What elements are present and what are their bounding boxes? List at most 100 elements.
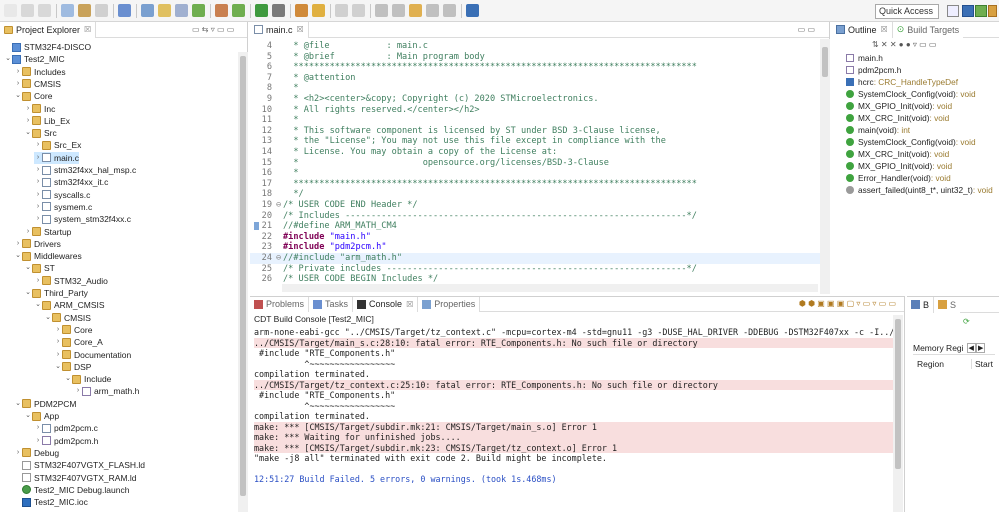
tree-item[interactable]: STM32F407VGTX_RAM.ld [14, 472, 137, 484]
tree-item[interactable]: ⌄ Middlewares [14, 250, 82, 262]
console-output[interactable]: arm-none-eabi-gcc "../CMSIS/Target/tz_co… [254, 327, 894, 485]
tree-item[interactable]: Test2_MIC Debug.launch [14, 484, 129, 496]
tree-item[interactable]: ⌄ Test2_MIC [4, 53, 65, 65]
collapsed-arrow-icon[interactable]: › [54, 324, 62, 336]
memory-col-start[interactable]: Start [971, 359, 993, 369]
outline-item[interactable]: MX_CRC_Init(void) : void [846, 148, 949, 160]
editor-scrollbar-thumb[interactable] [822, 47, 828, 77]
outline-item[interactable]: MX_GPIO_Init(void) : void [846, 160, 952, 172]
info-icon[interactable] [466, 4, 479, 17]
collapsed-arrow-icon[interactable]: › [34, 189, 42, 201]
tab-static-stack[interactable]: S [934, 296, 961, 313]
tree-item[interactable]: › stm32f4xx_it.c [34, 176, 109, 188]
expanded-arrow-icon[interactable]: ⌄ [14, 398, 22, 410]
tab-problems[interactable]: Problems [250, 296, 310, 312]
expanded-arrow-icon[interactable]: ⌄ [14, 90, 22, 102]
collapsed-arrow-icon[interactable]: › [14, 66, 22, 78]
collapsed-arrow-icon[interactable]: › [34, 275, 42, 287]
refresh-icon[interactable]: ⟳ [963, 317, 970, 326]
collapsed-arrow-icon[interactable]: › [24, 226, 32, 238]
code-line[interactable]: 7 * @attention [250, 73, 820, 84]
tree-item[interactable]: › sysmem.c [34, 201, 92, 213]
tab-console[interactable]: Console ☒ [353, 296, 419, 312]
code-line[interactable]: 24 ⊖//#include "arm_math.h" [250, 253, 820, 264]
outline-item[interactable]: Error_Handler(void) : void [846, 172, 951, 184]
tree-item[interactable]: › CMSIS [14, 78, 61, 90]
new-file-icon[interactable] [4, 4, 17, 17]
collapsed-arrow-icon[interactable]: › [34, 176, 42, 188]
editor-scrollbar[interactable] [820, 39, 830, 294]
explorer-scrollbar[interactable] [238, 52, 248, 512]
tree-item[interactable]: ⌄ DSP [54, 361, 91, 373]
cpp-perspective-icon[interactable] [962, 5, 974, 17]
editor-hscrollbar[interactable] [282, 284, 818, 292]
console-toolbar-icons[interactable]: ⬢ ⬢ ▣ ▣ ▣ ▢ ▿ ▭ ▿ ▭ ▭ [799, 299, 896, 308]
explorer-scrollbar-thumb[interactable] [240, 56, 246, 496]
expanded-arrow-icon[interactable]: ⌄ [24, 127, 32, 139]
tab-properties[interactable]: Properties [418, 296, 481, 312]
collapsed-arrow-icon[interactable]: › [34, 139, 42, 151]
code-line[interactable]: 17 *************************************… [250, 179, 820, 190]
collapsed-arrow-icon[interactable]: › [24, 103, 32, 115]
tree-item[interactable]: › syscalls.c [34, 189, 91, 201]
outline-item[interactable]: main.h [846, 52, 883, 64]
code-line[interactable]: 11 * [250, 115, 820, 126]
code-line[interactable]: 4 * @file : main.c [250, 41, 820, 52]
outline-item[interactable]: MX_CRC_Init(void) : void [846, 112, 949, 124]
new-project-icon[interactable] [141, 4, 154, 17]
collapsed-arrow-icon[interactable]: › [34, 152, 42, 164]
fold-icon[interactable]: ⊖ [276, 200, 283, 211]
quick-access-input[interactable]: Quick Access [875, 4, 939, 19]
code-line[interactable]: 23 #include "pdm2pcm.h" [250, 242, 820, 253]
scroll-left-button[interactable]: ◀ [966, 342, 976, 353]
console-scrollbar-thumb[interactable] [895, 319, 901, 469]
outline-item[interactable]: MX_GPIO_Init(void) : void [846, 100, 952, 112]
forward-icon[interactable] [443, 4, 456, 17]
tab-build-analyzer[interactable]: B [907, 296, 935, 313]
tab-build-targets[interactable]: ⊙ Build Targets [892, 21, 964, 38]
run-icon[interactable] [255, 4, 268, 17]
tree-item[interactable]: › Lib_Ex [24, 115, 70, 127]
code-line[interactable]: 22 #include "main.h" [250, 232, 820, 243]
code-line[interactable]: 8 * [250, 83, 820, 94]
console-scrollbar[interactable] [893, 315, 903, 512]
outline-item[interactable]: SystemClock_Config(void) : void [846, 88, 976, 100]
new-source-icon[interactable] [192, 4, 205, 17]
save-icon[interactable] [21, 4, 34, 17]
tree-item[interactable]: › pdm2pcm.c [34, 422, 98, 434]
debug-perspective-icon[interactable] [975, 5, 987, 17]
code-line[interactable]: 5 * @brief : Main program body [250, 52, 820, 63]
outline-item[interactable]: hcrc : CRC_HandleTypeDef [846, 76, 958, 88]
outline-item[interactable]: assert_failed(uint8_t*, uint32_t) : void [846, 184, 993, 196]
collapsed-arrow-icon[interactable]: › [14, 78, 22, 90]
run-config-icon[interactable] [272, 4, 285, 17]
collapsed-arrow-icon[interactable]: › [34, 213, 42, 225]
tree-item[interactable]: › Src_Ex [34, 139, 82, 151]
tree-item[interactable]: ⌄ PDM2PCM [14, 398, 76, 410]
tree-item[interactable]: › Debug [14, 447, 59, 459]
outline-toolbar-icons[interactable]: ⇅ ✕ ✕ ● ● ▿ ▭ ▭ [872, 40, 936, 49]
code-line[interactable]: 20 /* Includes --------------------------… [250, 211, 820, 222]
save-all-icon[interactable] [38, 4, 51, 17]
tree-item[interactable]: › STM32_Audio [34, 275, 108, 287]
collapsed-arrow-icon[interactable]: › [34, 164, 42, 176]
code-line[interactable]: 25 /* Private includes ------------------… [250, 264, 820, 275]
tree-item[interactable]: › Startup [24, 226, 72, 238]
open-perspective-icon[interactable] [947, 5, 959, 17]
last-edit-icon[interactable] [409, 4, 422, 17]
build-all-icon[interactable] [95, 4, 108, 17]
code-line[interactable]: 15 * opensource.org/licenses/BSD-3-Claus… [250, 158, 820, 169]
code-line[interactable]: 14 * License. You may obtain a copy of t… [250, 147, 820, 158]
collapsed-arrow-icon[interactable]: › [24, 115, 32, 127]
close-icon[interactable]: ☒ [297, 25, 304, 34]
close-icon[interactable]: ☒ [406, 300, 413, 309]
outline-item[interactable]: SystemClock_Config(void) : void [846, 136, 976, 148]
expanded-arrow-icon[interactable]: ⌄ [24, 287, 32, 299]
memory-col-region[interactable]: Region [917, 359, 944, 369]
open-task-icon[interactable] [312, 4, 325, 17]
collapsed-arrow-icon[interactable]: › [54, 349, 62, 361]
tree-item[interactable]: › Core [54, 324, 93, 336]
tree-item[interactable]: › system_stm32f4xx.c [34, 213, 131, 225]
expanded-arrow-icon[interactable]: ⌄ [4, 53, 12, 65]
tree-item[interactable]: Test2_MIC.ioc [14, 496, 88, 508]
